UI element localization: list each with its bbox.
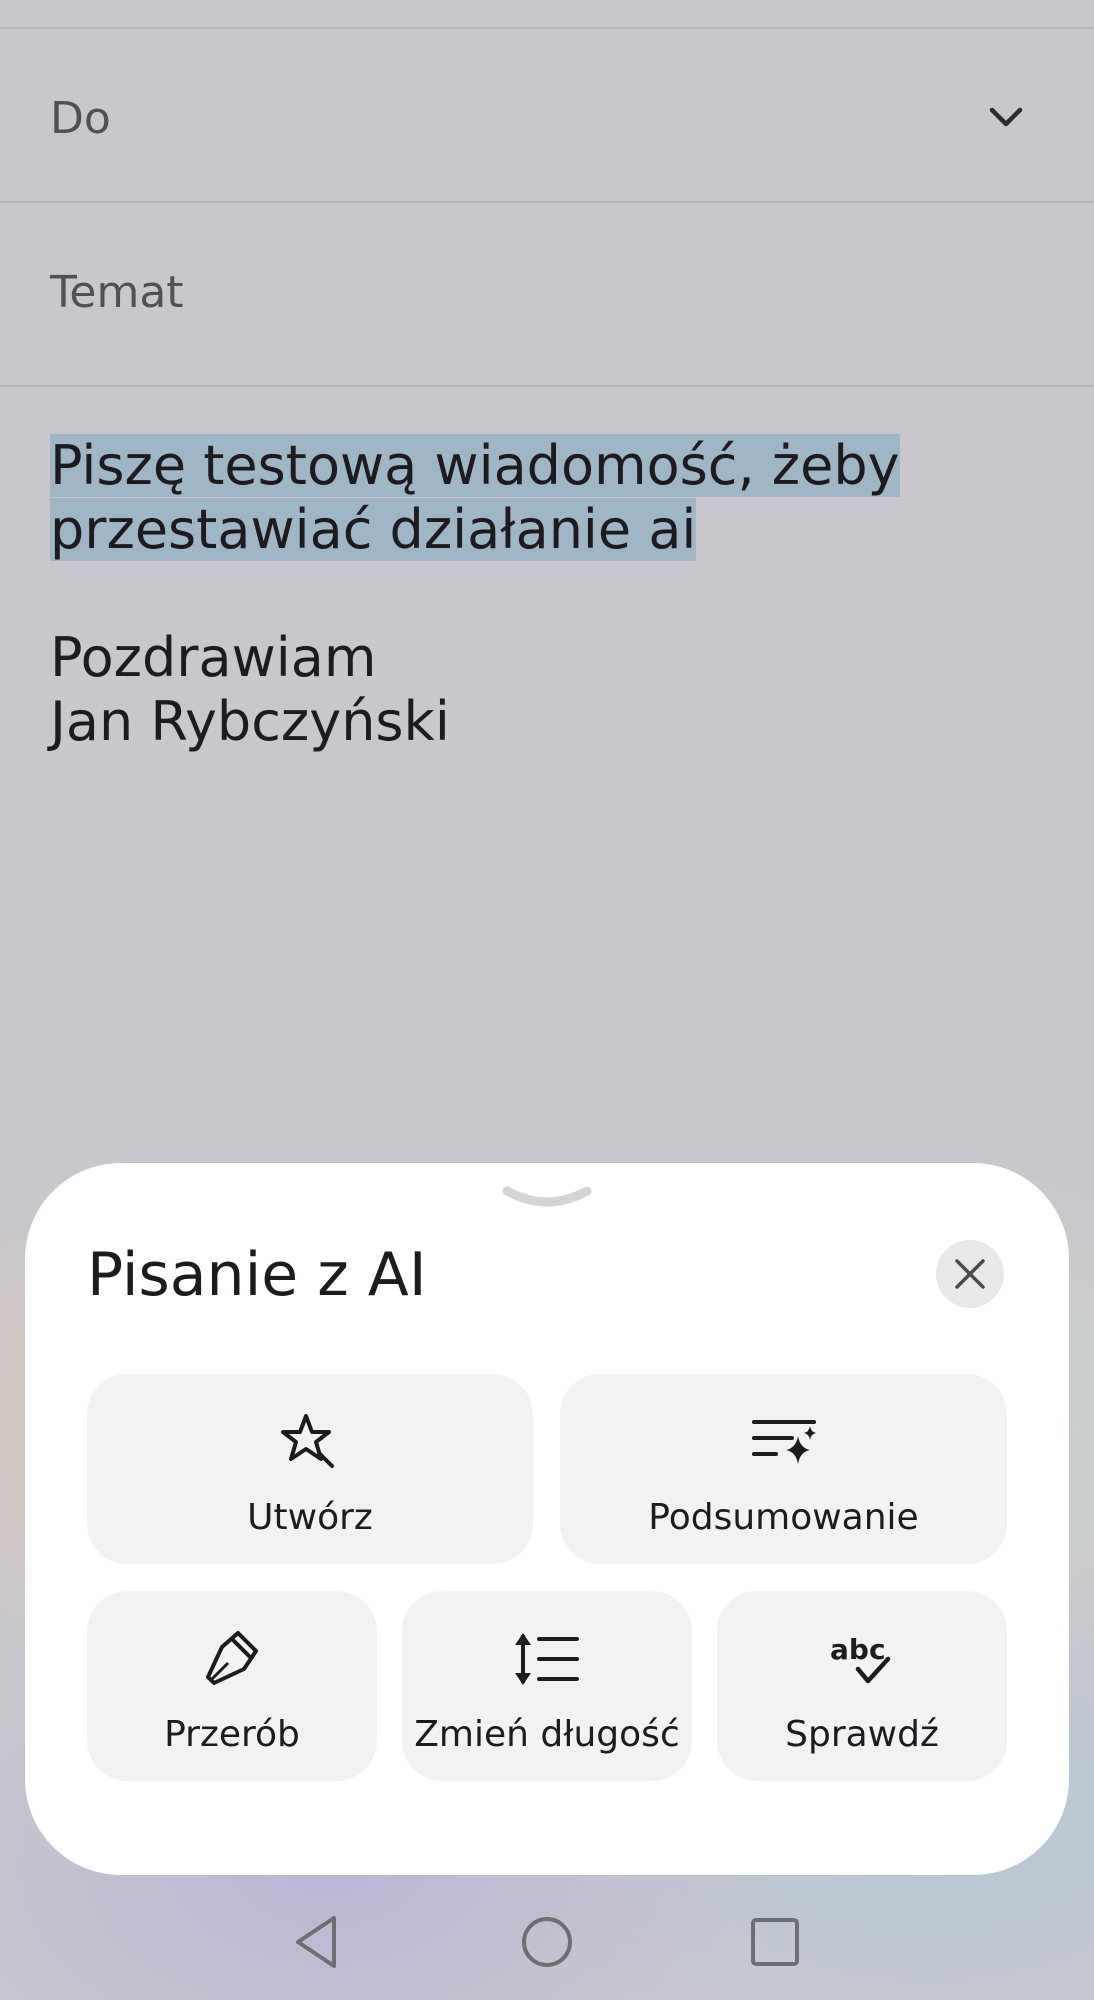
back-icon[interactable] (290, 1912, 350, 1972)
summarize-label: Podsumowanie (648, 1497, 919, 1538)
line-spacing-icon (515, 1633, 579, 1685)
pen-nib-icon (206, 1631, 258, 1685)
selected-text: Piszę testową wiadomość, żeby przestawia… (50, 434, 1050, 562)
svg-text:abc: abc (830, 1633, 886, 1666)
sheet-title: Pisanie z AI (87, 1240, 427, 1310)
sheet-collapse-handle[interactable] (501, 1183, 593, 1217)
ai-writing-sheet: Pisanie z AI Utwórz Podsumowanie Przerób… (25, 1163, 1069, 1875)
subject-field[interactable]: Temat (0, 203, 1094, 387)
chevron-down-icon[interactable] (984, 95, 1028, 139)
summarize-button[interactable]: Podsumowanie (560, 1374, 1007, 1564)
signature-line-2: Jan Rybczyński (50, 690, 450, 753)
selected-text-line-2: przestawiać działanie ai (50, 498, 697, 561)
message-body[interactable]: Piszę testową wiadomość, żeby przestawia… (50, 434, 1050, 754)
close-button[interactable] (936, 1240, 1004, 1308)
close-icon (955, 1259, 985, 1289)
create-button[interactable]: Utwórz (87, 1374, 533, 1564)
rewrite-button[interactable]: Przerób (87, 1591, 377, 1781)
create-label: Utwórz (247, 1497, 373, 1538)
system-navigation-bar (0, 1890, 1094, 2000)
to-field[interactable]: Do (0, 29, 1094, 203)
proofread-button[interactable]: abc Sprawdź (717, 1591, 1007, 1781)
subject-label: Temat (50, 267, 184, 318)
rewrite-label: Przerób (164, 1714, 300, 1755)
selected-text-line-1: Piszę testową wiadomość, żeby (50, 434, 900, 497)
change-length-label: Zmień długość (414, 1714, 680, 1755)
change-length-button[interactable]: Zmień długość (402, 1591, 692, 1781)
sparkle-star-icon (281, 1414, 334, 1468)
recents-icon[interactable] (745, 1912, 805, 1972)
home-icon[interactable] (517, 1912, 577, 1972)
signature-line-1: Pozdrawiam (50, 626, 377, 689)
summary-lines-icon (751, 1420, 816, 1464)
proofread-label: Sprawdź (785, 1714, 939, 1755)
spell-check-icon: abc (830, 1633, 891, 1684)
to-label: Do (50, 93, 111, 144)
